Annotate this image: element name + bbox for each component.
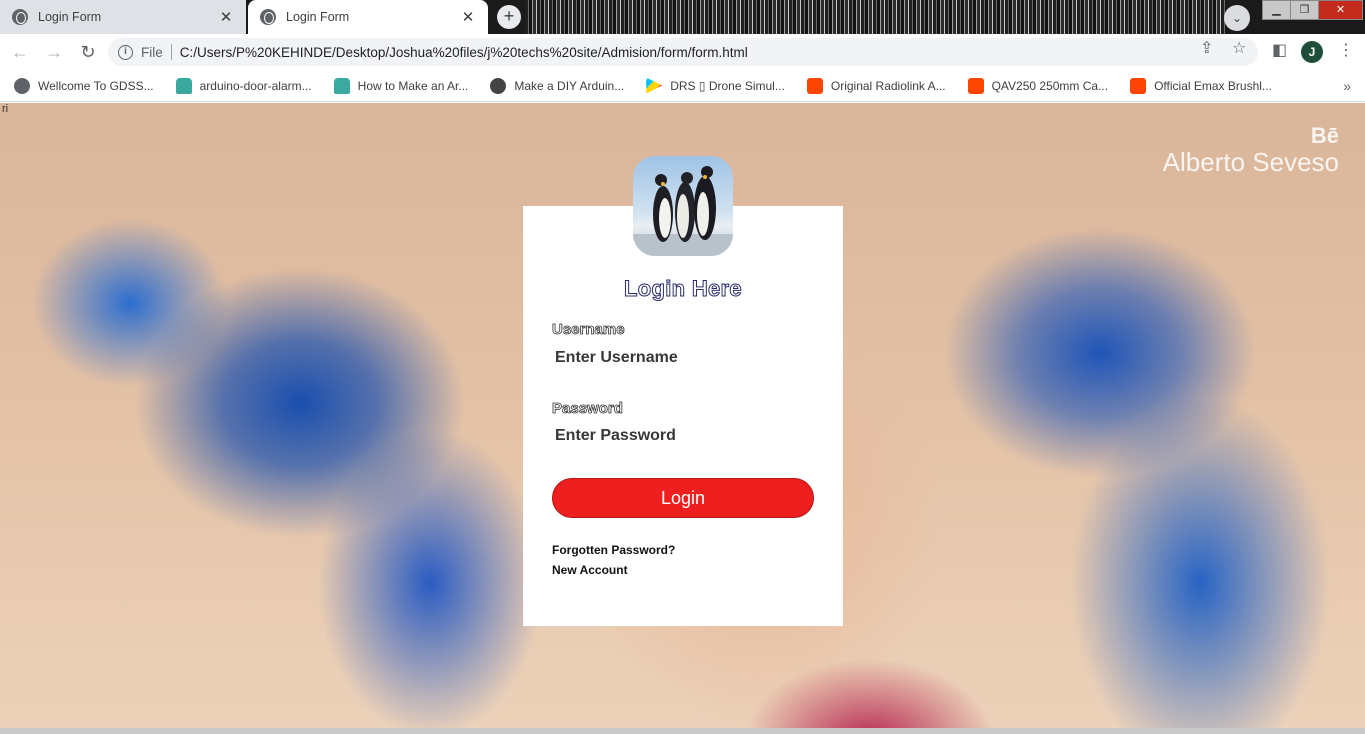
bookmarks-overflow-icon[interactable]: » (1343, 78, 1351, 94)
bookmark-label: DRS ▯ Drone Simul... (670, 78, 785, 93)
reload-icon[interactable]: ↻ (74, 38, 102, 66)
address-bar[interactable]: i File C:/Users/P%20KEHINDE/Desktop/Josh… (108, 38, 1258, 66)
robot-icon (333, 77, 350, 94)
penguins-logo-image (633, 156, 733, 256)
password-input[interactable] (552, 421, 814, 451)
forgot-password-link[interactable]: Forgotten Password? (552, 543, 675, 557)
site-icon (490, 77, 507, 94)
tabstrip-artifact (525, 0, 1225, 34)
tab-search-chevron-icon[interactable]: ⌄ (1224, 5, 1250, 31)
window-close-button[interactable]: ✕ (1318, 0, 1363, 20)
bookmark-item[interactable]: Original Radiolink A... (793, 77, 954, 94)
password-label: Password (552, 400, 624, 418)
window-minimize-button[interactable]: ▁ (1262, 0, 1291, 20)
penguins-image (633, 166, 733, 256)
share-icon[interactable]: ⇪ (1200, 38, 1213, 58)
aliexpress-icon (967, 77, 984, 94)
page-background: ri Bē Alberto Seveso Login Here Username… (0, 103, 1365, 734)
divider (170, 44, 172, 60)
bookmark-item[interactable]: Official Emax Brushl... (1116, 77, 1280, 94)
url-text[interactable]: C:/Users/P%20KEHINDE/Desktop/Joshua%20fi… (180, 45, 748, 60)
globe-icon (12, 9, 28, 25)
bookmark-star-icon[interactable]: ☆ (1232, 38, 1246, 58)
tab-login-form-2[interactable]: Login Form ✕ (248, 0, 488, 34)
login-button[interactable]: Login (552, 478, 814, 518)
tab-title: Login Form (38, 10, 102, 24)
back-arrow-icon[interactable]: ← (6, 38, 34, 66)
globe-icon (14, 77, 30, 94)
bookmark-label: How to Make an Ar... (357, 78, 469, 93)
menu-kebab-icon[interactable]: ⋮ (1338, 40, 1354, 60)
taskbar-edge (0, 728, 1365, 734)
username-label: Username (552, 321, 625, 339)
bookmark-label: Make a DIY Arduin... (514, 78, 625, 93)
forward-arrow-icon[interactable]: → (40, 38, 68, 66)
login-card: Login Here Username Password Login Forgo… (523, 206, 843, 626)
bookmark-item[interactable]: Wellcome To GDSS... (0, 77, 162, 94)
tab-title: Login Form (286, 10, 350, 24)
bookmark-item[interactable]: arduino-door-alarm... (162, 77, 320, 94)
tab-login-form-1[interactable]: Login Form ✕ (0, 0, 246, 34)
artist-watermark: Alberto Seveso (1162, 147, 1339, 177)
bookmark-item[interactable]: DRS ▯ Drone Simul... (632, 77, 793, 94)
profile-avatar[interactable]: J (1301, 41, 1323, 63)
bookmark-item[interactable]: Make a DIY Arduin... (476, 77, 632, 94)
close-tab-icon[interactable]: ✕ (460, 8, 476, 26)
side-panel-icon[interactable]: ◧ (1272, 40, 1287, 60)
aliexpress-icon (806, 77, 823, 94)
robot-icon (175, 77, 192, 94)
bookmark-label: arduino-door-alarm... (199, 78, 312, 93)
close-tab-icon[interactable]: ✕ (218, 8, 234, 26)
new-tab-button[interactable]: + (497, 5, 521, 29)
bookmark-item[interactable]: QAV250 250mm Ca... (954, 77, 1117, 94)
bookmark-label: Wellcome To GDSS... (38, 78, 154, 93)
browser-toolbar: ← → ↻ i File C:/Users/P%20KEHINDE/Deskto… (0, 34, 1365, 70)
bookmark-label: Official Emax Brushl... (1154, 78, 1272, 93)
behance-watermark: Bē (1310, 123, 1339, 148)
globe-icon (260, 9, 276, 25)
form-title: Login Here (624, 276, 743, 302)
username-input[interactable] (552, 343, 814, 373)
play-store-icon (646, 77, 663, 94)
info-icon[interactable]: i (118, 44, 133, 60)
bookmarks-bar: Wellcome To GDSS... arduino-door-alarm..… (0, 70, 1365, 102)
new-account-link[interactable]: New Account (552, 563, 628, 577)
stray-text: ri (2, 103, 9, 115)
bookmark-label: QAV250 250mm Ca... (991, 78, 1109, 93)
bookmark-label: Original Radiolink A... (830, 78, 946, 93)
aliexpress-icon (1130, 77, 1147, 94)
window-restore-button[interactable]: ❐ (1290, 0, 1319, 20)
url-scheme: File (141, 44, 163, 60)
bookmark-item[interactable]: How to Make an Ar... (320, 77, 477, 94)
tab-strip: Login Form ✕ Login Form ✕ + ⌄ ▁ ❐ ✕ (0, 0, 1365, 34)
